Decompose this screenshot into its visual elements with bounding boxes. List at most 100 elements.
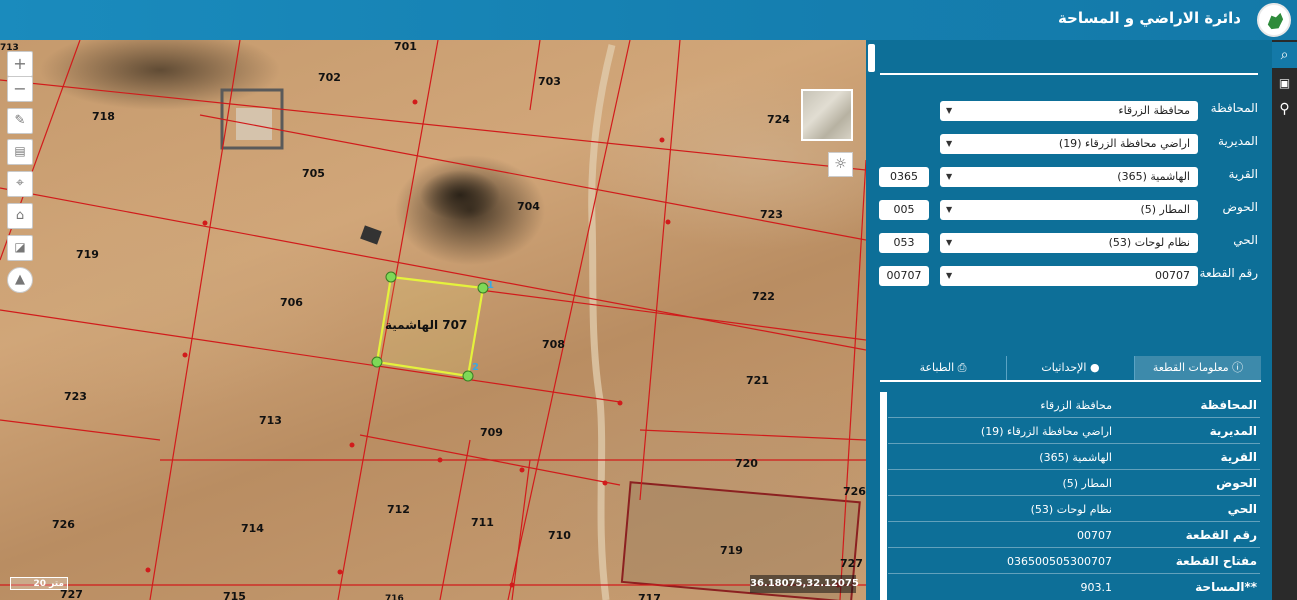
parcel-label[interactable]: 709 <box>480 426 503 439</box>
parcel-label[interactable]: 716 <box>385 594 404 600</box>
parcel-label[interactable]: 722 <box>752 290 775 303</box>
info-key: المديرية <box>1209 424 1257 438</box>
parcel-label[interactable]: 706 <box>280 296 303 309</box>
info-icon: ⓘ <box>1228 361 1244 374</box>
governorate-select[interactable]: محافظة الزرقاء ▼ <box>940 101 1198 121</box>
home-icon[interactable]: ⌂ <box>7 203 33 229</box>
basin-select[interactable]: المطار (5) ▼ <box>940 200 1198 220</box>
parcel-label[interactable]: 702 <box>318 71 341 84</box>
info-key: رقم القطعة <box>1185 528 1257 542</box>
parcel-label[interactable]: 721 <box>746 374 769 387</box>
district-label: الحي <box>1233 233 1258 247</box>
app-window: دائرة الاراضي و المساحة 701 702 703 704 … <box>0 0 1297 600</box>
info-key: الحوض <box>1216 476 1257 490</box>
info-row: رقم القطعة 00707 <box>888 523 1260 548</box>
dropdown-caret-icon: ▼ <box>946 172 953 181</box>
zoom-in-button[interactable]: + <box>7 51 33 77</box>
parcel-label[interactable]: 708 <box>542 338 565 351</box>
parcel-label[interactable]: 704 <box>517 200 540 213</box>
info-tabs: ⎙ الطباعة ● الإحداثيات ⓘ معلومات القطعة <box>880 356 1261 380</box>
panel-top-divider <box>880 73 1258 75</box>
search-icon[interactable]: ⌕ <box>1272 42 1297 68</box>
info-key: **المساحة <box>1195 580 1257 594</box>
parcel-label[interactable]: 714 <box>241 522 264 535</box>
parcel-label[interactable]: 710 <box>548 529 571 542</box>
overview-minimap[interactable] <box>801 89 853 141</box>
village-select[interactable]: الهاشمية (365) ▼ <box>940 167 1198 187</box>
info-value: المطار (5) <box>1062 477 1112 490</box>
measure-ruler-icon[interactable]: ▤ <box>7 139 33 165</box>
locate-crosshair-icon[interactable]: ⌖ <box>7 171 33 197</box>
coordinate-readout: 36.18075,32.12075 <box>750 575 859 593</box>
basin-label: الحوض <box>1222 200 1258 214</box>
parcel-label[interactable]: 703 <box>538 75 561 88</box>
corner-label: 1 <box>487 280 494 291</box>
wallet-icon[interactable]: ▣ <box>1272 70 1297 96</box>
parcel-label[interactable]: 723 <box>760 208 783 221</box>
parcel-label[interactable]: 719 <box>76 248 99 261</box>
info-value: 903.1 <box>1080 581 1113 594</box>
parcel-label[interactable]: 723 <box>64 390 87 403</box>
location-pin-icon[interactable]: ⚲ <box>1272 96 1297 122</box>
info-row: **المساحة 903.1 <box>888 575 1260 600</box>
info-row: المحافظة محافظة الزرقاء <box>888 393 1260 418</box>
north-arrow-icon[interactable]: ▲ <box>7 267 33 293</box>
info-value: 00707 <box>1077 529 1112 542</box>
parcel-label[interactable]: 717 <box>638 592 661 600</box>
parcel-label[interactable]: 715 <box>223 590 246 600</box>
dropdown-caret-icon: ▼ <box>946 271 953 280</box>
parcel-label[interactable]: 718 <box>92 110 115 123</box>
parcel-label[interactable]: 705 <box>302 167 325 180</box>
tab-print[interactable]: ⎙ الطباعة <box>880 356 1006 380</box>
info-row: مفتاح القطعة 036500505300707 <box>888 549 1260 574</box>
print-icon: ⎙ <box>954 361 967 374</box>
parcel-label[interactable]: 719 <box>720 544 743 557</box>
panel-scrollbar[interactable] <box>868 44 875 72</box>
parcel-number-input[interactable]: 00707 <box>879 266 929 286</box>
district-code-input[interactable]: 053 <box>879 233 929 253</box>
info-row: القرية الهاشمية (365) <box>888 445 1260 470</box>
info-key: المحافظة <box>1200 398 1257 412</box>
district-select[interactable]: نظام لوحات (53) ▼ <box>940 233 1198 253</box>
sun-brightness-icon[interactable]: ☼ <box>828 152 853 177</box>
tab-parcel-info[interactable]: ⓘ معلومات القطعة <box>1135 356 1261 380</box>
parcel-label[interactable]: 726 <box>52 518 75 531</box>
governorate-label: المحافظة <box>1210 101 1258 115</box>
info-key: مفتاح القطعة <box>1175 554 1257 568</box>
info-key: القرية <box>1220 450 1257 464</box>
draw-pencil-icon[interactable]: ✎ <box>7 108 33 134</box>
village-label: القرية <box>1228 167 1258 181</box>
app-header: دائرة الاراضي و المساحة <box>0 0 1297 40</box>
parcel-label[interactable]: 713 <box>259 414 282 427</box>
compound-roof <box>236 108 272 140</box>
parcel-number-label: رقم القطعة <box>1199 266 1258 280</box>
zoom-out-button[interactable]: − <box>7 76 33 102</box>
info-row: المديرية اراضي محافظة الزرقاء (19) <box>888 419 1260 444</box>
info-scrollbar[interactable] <box>880 392 887 600</box>
chart-icon[interactable]: ◪ <box>7 235 33 261</box>
basin-code-input[interactable]: 005 <box>879 200 929 220</box>
directorate-label: المديرية <box>1218 134 1258 148</box>
directorate-select[interactable]: اراضي محافظة الزرقاء (19) ▼ <box>940 134 1198 154</box>
village-code-input[interactable]: 0365 <box>879 167 929 187</box>
info-value: الهاشمية (365) <box>1039 451 1112 464</box>
dropdown-caret-icon: ▼ <box>946 238 953 247</box>
parcel-label[interactable]: 712 <box>387 503 410 516</box>
parcel-label[interactable]: 726 <box>843 485 866 498</box>
selected-parcel-label[interactable]: 707 الهاشمية <box>385 318 467 332</box>
side-toolbar: ⌕ ▣ ⚲ <box>1272 40 1297 600</box>
tab-coordinates[interactable]: ● الإحداثيات <box>1007 356 1134 380</box>
tabs-divider <box>880 380 1261 382</box>
scale-bar: 20 متر <box>10 577 68 590</box>
info-value: نظام لوحات (53) <box>1030 503 1112 516</box>
info-value: محافظة الزرقاء <box>1040 399 1112 412</box>
parcel-label[interactable]: 711 <box>471 516 494 529</box>
parcel-label[interactable]: 720 <box>735 457 758 470</box>
parcel-label[interactable]: 727 <box>840 557 863 570</box>
parcel-number-select[interactable]: 00707 ▼ <box>940 266 1198 286</box>
map-view[interactable]: 701 702 703 704 705 706 708 709 710 711 … <box>0 40 866 600</box>
parcel-label[interactable]: 724 <box>767 113 790 126</box>
small-structure <box>360 225 382 245</box>
parcel-label[interactable]: 701 <box>394 40 417 53</box>
app-title: دائرة الاراضي و المساحة <box>1057 9 1241 27</box>
